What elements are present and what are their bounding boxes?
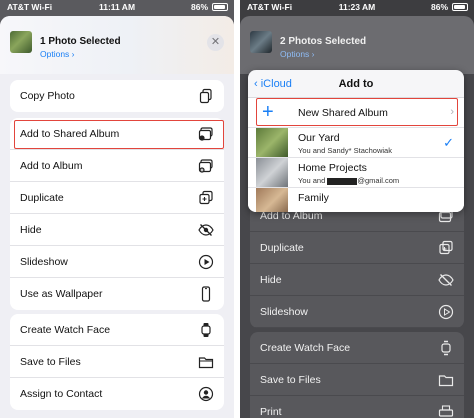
- album-name: Family: [298, 192, 329, 204]
- action-slideshow[interactable]: Slideshow: [250, 296, 464, 328]
- selection-title: 1 Photo Selected: [40, 36, 121, 47]
- action-hide[interactable]: Hide: [250, 264, 464, 296]
- action-add-to-album[interactable]: Add to Album: [10, 150, 224, 182]
- photo-thumbnail: [10, 31, 32, 53]
- action-label: Create Watch Face: [260, 342, 351, 354]
- share-sheet-header: 2 Photos Selected Options ›: [240, 16, 474, 74]
- action-label: Assign to Contact: [20, 388, 103, 400]
- action-hide[interactable]: Hide: [10, 214, 224, 246]
- add-album-icon: [198, 158, 214, 174]
- action-duplicate[interactable]: Duplicate: [10, 182, 224, 214]
- left-phone-screen: AT&T Wi-Fi 11:11 AM 86% 1 Photo Selected…: [0, 0, 234, 418]
- album-thumbnail: [256, 188, 288, 212]
- watch-icon: [198, 322, 214, 338]
- options-link[interactable]: Options ›: [40, 49, 75, 59]
- contact-icon: [198, 386, 214, 402]
- share-sheet-header: 1 Photo Selected Options › ✕: [0, 16, 234, 74]
- hide-icon: [198, 222, 214, 238]
- phone-icon: [198, 286, 214, 302]
- folder-icon: [438, 372, 454, 388]
- share-sheet: 1 Photo Selected Options › ✕ Copy Photo …: [0, 16, 234, 418]
- album-row-home-projects[interactable]: Home Projects You and @gmail.com: [248, 158, 464, 188]
- action-label: Hide: [260, 274, 282, 286]
- action-use-as-wallpaper[interactable]: Use as Wallpaper: [10, 278, 224, 310]
- album-row-family[interactable]: Family: [248, 188, 464, 212]
- action-slideshow[interactable]: Slideshow: [10, 246, 224, 278]
- action-label: Print: [260, 406, 282, 418]
- dimmed-action-group-2: Create Watch Face Save to Files Print: [250, 332, 464, 418]
- selection-title: 2 Photos Selected: [280, 36, 367, 47]
- action-label: Add to Album: [20, 160, 83, 172]
- action-assign-to-contact[interactable]: Assign to Contact: [10, 378, 224, 410]
- add-to-popover: ‹ iCloud Add to + New Shared Album › Our…: [248, 70, 464, 212]
- share-sheet-dimmed: 2 Photos Selected Options › Add to Album…: [240, 16, 474, 418]
- album-name: Home Projects: [298, 162, 367, 174]
- checkmark-icon: ✓: [443, 135, 454, 150]
- action-label: Duplicate: [260, 242, 304, 254]
- battery-icon: [452, 3, 468, 11]
- action-save-to-files[interactable]: Save to Files: [10, 346, 224, 378]
- action-label: Hide: [20, 224, 42, 236]
- status-bar: AT&T Wi-Fi 11:11 AM 86%: [0, 0, 234, 14]
- action-label: Duplicate: [20, 192, 64, 204]
- action-copy-photo[interactable]: Copy Photo: [10, 80, 224, 112]
- action-label: Save to Files: [20, 356, 81, 368]
- action-group-1: Copy Photo: [10, 80, 224, 112]
- duplicate-icon: [438, 240, 454, 256]
- album-thumbnail: [256, 158, 288, 187]
- popover-title: Add to: [338, 78, 374, 90]
- album-members: You and Sandy* Stachowiak: [298, 146, 392, 155]
- album-name: Our Yard: [298, 132, 340, 144]
- album-members: You and @gmail.com: [298, 176, 399, 185]
- highlight-shared-album: [14, 120, 224, 149]
- battery-percent: 86%: [190, 2, 208, 12]
- copy-photo-icon: [198, 88, 214, 104]
- battery-percent: 86%: [430, 2, 448, 12]
- action-save-to-files[interactable]: Save to Files: [250, 364, 464, 396]
- action-label: Use as Wallpaper: [20, 288, 103, 300]
- action-group-3: Create Watch Face Save to Files Assign t…: [10, 314, 224, 410]
- dimmed-action-group-1: Add to Album Duplicate Hide Slideshow: [250, 200, 464, 328]
- action-print[interactable]: Print: [250, 396, 464, 418]
- action-label: Slideshow: [20, 256, 68, 268]
- duplicate-icon: [198, 190, 214, 206]
- battery-icon: [212, 3, 228, 11]
- folder-icon: [198, 354, 214, 370]
- action-label: Create Watch Face: [20, 324, 111, 336]
- highlight-new-shared-album: [256, 98, 458, 126]
- action-label: Slideshow: [260, 306, 308, 318]
- members-email: @gmail.com: [357, 176, 400, 185]
- options-link[interactable]: Options ›: [280, 49, 315, 59]
- album-thumbnail: [256, 128, 288, 157]
- members-prefix: You and: [298, 176, 326, 185]
- options-label: Options: [280, 49, 310, 59]
- status-bar: AT&T Wi-Fi 11:23 AM 86%: [240, 0, 474, 14]
- action-duplicate[interactable]: Duplicate: [250, 232, 464, 264]
- action-create-watch-face[interactable]: Create Watch Face: [250, 332, 464, 364]
- close-button[interactable]: ✕: [207, 34, 224, 51]
- play-icon: [438, 304, 454, 320]
- popover-header: ‹ iCloud Add to: [248, 70, 464, 98]
- action-create-watch-face[interactable]: Create Watch Face: [10, 314, 224, 346]
- right-phone-screen: AT&T Wi-Fi 11:23 AM 86% 2 Photos Selecte…: [240, 0, 474, 418]
- watch-icon: [438, 340, 454, 356]
- photo-thumbnail: [250, 31, 272, 53]
- play-icon: [198, 254, 214, 270]
- options-label: Options: [40, 49, 70, 59]
- action-label: Save to Files: [260, 374, 321, 386]
- action-label: Copy Photo: [20, 90, 75, 102]
- redaction-bar: [327, 177, 358, 185]
- print-icon: [438, 404, 454, 418]
- album-row-our-yard[interactable]: Our Yard You and Sandy* Stachowiak ✓: [248, 128, 464, 158]
- hide-icon: [438, 272, 454, 288]
